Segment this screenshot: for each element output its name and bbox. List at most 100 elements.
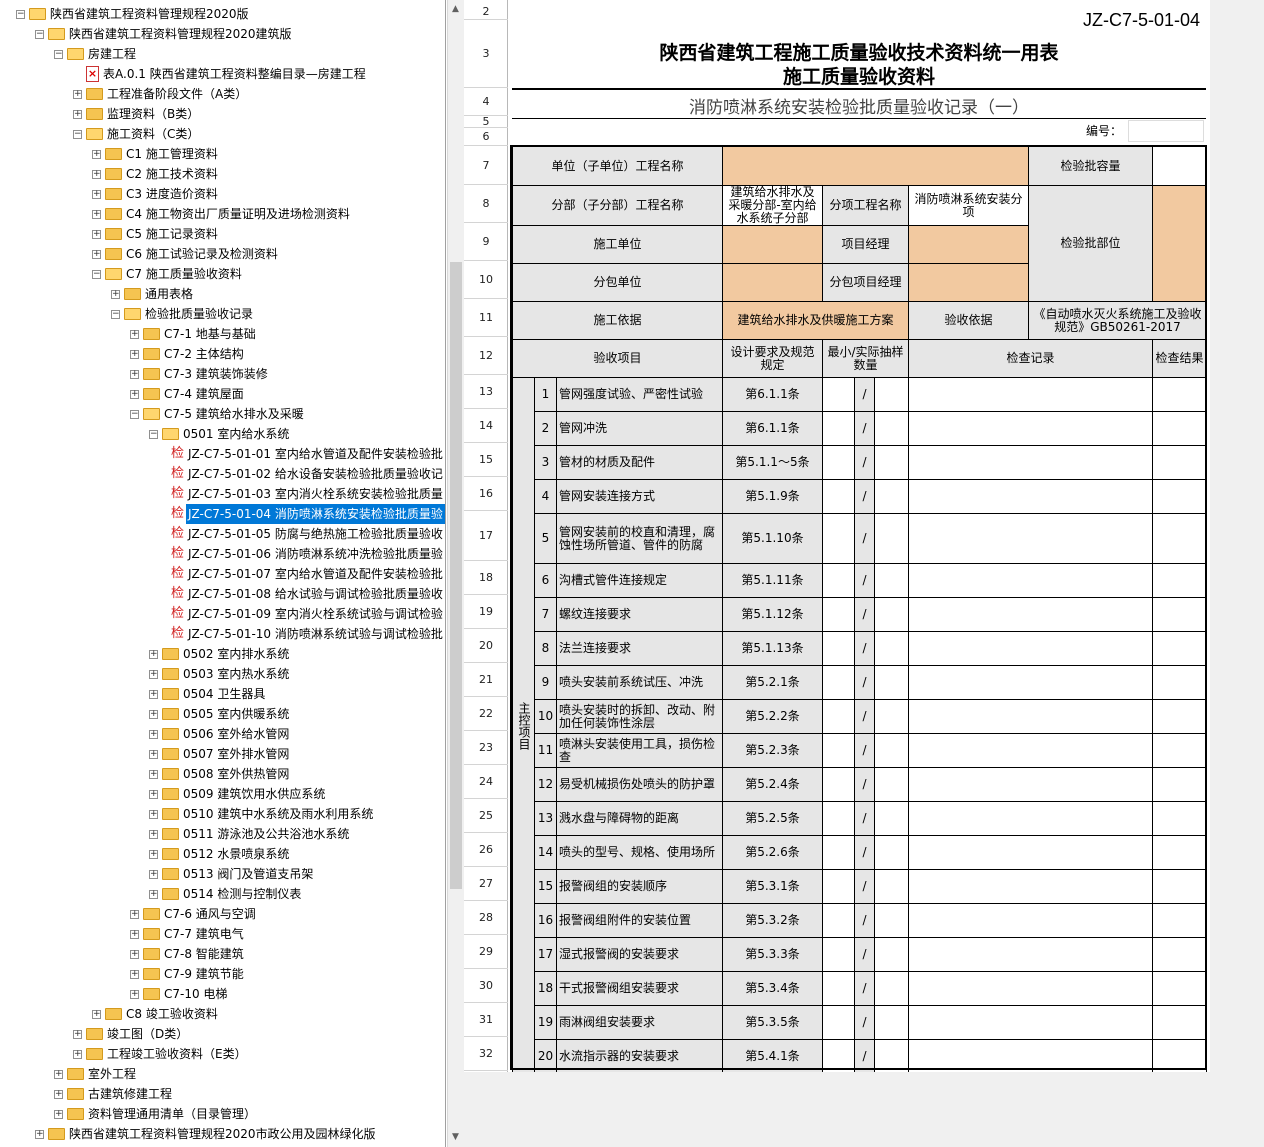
sample-min-cell[interactable] [822, 699, 855, 734]
tree-node-label[interactable]: 0505 室内供暖系统 [181, 704, 291, 724]
result-cell[interactable] [1152, 411, 1207, 446]
tree-node-label[interactable]: JZ-C7-5-01-04 消防喷淋系统安装检验批质量验 [186, 504, 445, 524]
tree-node-label[interactable]: 表A.0.1 陕西省建筑工程资料整编目录—房建工程 [101, 64, 368, 84]
result-cell[interactable] [1152, 835, 1207, 870]
sample-actual-cell[interactable] [874, 733, 909, 768]
row-number[interactable]: 8 [464, 185, 508, 223]
expand-icon[interactable]: + [149, 730, 158, 739]
expand-icon[interactable]: + [35, 1130, 44, 1139]
tree-node[interactable]: 检 JZ-C7-5-01-04 消防喷淋系统安装检验批质量验 [0, 504, 445, 524]
expand-icon[interactable]: + [130, 330, 139, 339]
tree-node-label[interactable]: 0508 室外供热管网 [181, 764, 291, 784]
tree-node-label[interactable]: 0503 室内热水系统 [181, 664, 291, 684]
record-cell[interactable] [908, 1039, 1153, 1074]
row-number[interactable]: 31 [464, 1003, 508, 1037]
row-number[interactable]: 10 [464, 261, 508, 299]
tree-node[interactable]: +0510 建筑中水系统及雨水利用系统 [0, 804, 445, 824]
sample-actual-cell[interactable] [874, 479, 909, 514]
tree-node[interactable]: + 陕西省建筑工程资料管理规程2020市政公用及园林绿化版 [0, 1124, 445, 1144]
tree-node[interactable]: − C7 施工质量验收资料 [0, 264, 445, 284]
expand-icon[interactable]: + [54, 1110, 63, 1119]
sample-min-cell[interactable] [822, 801, 855, 836]
tree-node-label[interactable]: JZ-C7-5-01-06 消防喷淋系统冲洗检验批质量验 [186, 544, 445, 564]
sample-actual-cell[interactable] [874, 513, 909, 564]
expand-icon[interactable]: + [92, 190, 101, 199]
tree-node-label[interactable]: 0513 阀门及管道支吊架 [181, 864, 315, 884]
record-cell[interactable] [908, 937, 1153, 972]
tree-node-label[interactable]: 0504 卫生器具 [181, 684, 267, 704]
sample-actual-cell[interactable] [874, 937, 909, 972]
expand-icon[interactable]: + [73, 1030, 82, 1039]
sample-actual-cell[interactable] [874, 597, 909, 632]
tree-node-label[interactable]: C7-7 建筑电气 [162, 924, 246, 944]
tree-node-label[interactable]: 0501 室内给水系统 [181, 424, 291, 444]
tree-node[interactable]: + C7-3 建筑装饰装修 [0, 364, 445, 384]
sample-min-cell[interactable] [822, 597, 855, 632]
tree-node-label[interactable]: C6 施工试验记录及检测资料 [124, 244, 280, 264]
tree-node-label[interactable]: JZ-C7-5-01-03 室内消火栓系统安装检验批质量 [186, 484, 445, 504]
spreadsheet-area[interactable]: JZ-C7-5-01-04 陕西省建筑工程施工质量验收技术资料统一用表 施工质量… [508, 0, 1264, 1147]
sample-actual-cell[interactable] [874, 1039, 909, 1074]
record-cell[interactable] [908, 597, 1153, 632]
record-cell[interactable] [908, 631, 1153, 666]
row-number[interactable]: 17 [464, 511, 508, 561]
expand-icon[interactable]: + [92, 170, 101, 179]
row-number[interactable]: 19 [464, 595, 508, 629]
tree-node[interactable]: +0503 室内热水系统 [0, 664, 445, 684]
tree-node-label[interactable]: 通用表格 [143, 284, 195, 304]
tree-node[interactable]: − 陕西省建筑工程资料管理规程2020建筑版 [0, 24, 445, 44]
record-cell[interactable] [908, 411, 1153, 446]
tree-node-label[interactable]: 检验批质量验收记录 [143, 304, 255, 324]
tree-node-label[interactable]: JZ-C7-5-01-01 室内给水管道及配件安装检验批 [186, 444, 445, 464]
expand-icon[interactable]: + [92, 1010, 101, 1019]
expand-icon[interactable]: + [54, 1090, 63, 1099]
tree-node[interactable]: + 资料管理通用清单（目录管理） [0, 1104, 445, 1124]
tree-node-label[interactable]: JZ-C7-5-01-10 消防喷淋系统试验与调试检验批 [186, 624, 445, 644]
tree-node-label[interactable]: 工程竣工验收资料（E类） [105, 1044, 249, 1064]
record-cell[interactable] [908, 479, 1153, 514]
tree-node[interactable]: + C4 施工物资出厂质量证明及进场检测资料 [0, 204, 445, 224]
row-number[interactable]: 32 [464, 1037, 508, 1071]
tree-node-label[interactable]: 工程准备阶段文件（A类） [105, 84, 249, 104]
row-number[interactable]: 7 [464, 146, 508, 185]
expand-icon[interactable]: + [73, 110, 82, 119]
sample-min-cell[interactable] [822, 479, 855, 514]
tree-node[interactable]: − 陕西省建筑工程资料管理规程2020版 [0, 4, 445, 24]
basis-value[interactable]: 建筑给水排水及供暖施工方案 [722, 301, 909, 340]
result-cell[interactable] [1152, 937, 1207, 972]
tree-node-label[interactable]: 0510 建筑中水系统及雨水利用系统 [181, 804, 375, 824]
row-number[interactable]: 3 [464, 20, 508, 88]
sample-actual-cell[interactable] [874, 869, 909, 904]
collapse-icon[interactable]: − [16, 10, 25, 19]
row-number[interactable]: 22 [464, 697, 508, 731]
tree-node-label[interactable]: 0514 检测与控制仪表 [181, 884, 303, 904]
expand-icon[interactable]: + [149, 810, 158, 819]
tree-node[interactable]: +0505 室内供暖系统 [0, 704, 445, 724]
pm-value[interactable] [908, 225, 1029, 264]
tree-node[interactable]: + 工程准备阶段文件（A类） [0, 84, 445, 104]
scroll-up-arrow-icon[interactable]: ▲ [452, 4, 459, 14]
result-cell[interactable] [1152, 563, 1207, 598]
tree-node[interactable]: + C7-4 建筑屋面 [0, 384, 445, 404]
tree-node[interactable]: +0507 室外排水管网 [0, 744, 445, 764]
acceptance-basis-value[interactable]: 《自动喷水灭火系统施工及验收规范》GB50261-2017 [1028, 301, 1207, 340]
tree-node[interactable]: + 竣工图（D类） [0, 1024, 445, 1044]
tree-node[interactable]: − 房建工程 [0, 44, 445, 64]
tree-node-label[interactable]: C3 进度造价资料 [124, 184, 220, 204]
expand-icon[interactable]: + [130, 990, 139, 999]
row-number[interactable]: 27 [464, 867, 508, 901]
row-number[interactable]: 14 [464, 409, 508, 443]
sample-actual-cell[interactable] [874, 971, 909, 1006]
tree-node[interactable]: + C7-2 主体结构 [0, 344, 445, 364]
tree-node-label[interactable]: 0512 水景喷泉系统 [181, 844, 291, 864]
tree-node[interactable]: − 检验批质量验收记录 [0, 304, 445, 324]
tree-node-label[interactable]: C5 施工记录资料 [124, 224, 220, 244]
tree-node-label[interactable]: JZ-C7-5-01-09 室内消火栓系统试验与调试检验 [186, 604, 445, 624]
record-cell[interactable] [908, 835, 1153, 870]
tree-node-label[interactable]: 房建工程 [86, 44, 138, 64]
tree-node[interactable]: 检 JZ-C7-5-01-08 给水试验与调试检验批质量验收 [0, 584, 445, 604]
result-cell[interactable] [1152, 479, 1207, 514]
tree-node-label[interactable]: 竣工图（D类） [105, 1024, 190, 1044]
tree-node-label[interactable]: C7-1 地基与基础 [162, 324, 258, 344]
tree-node-label[interactable]: 0506 室外给水管网 [181, 724, 291, 744]
